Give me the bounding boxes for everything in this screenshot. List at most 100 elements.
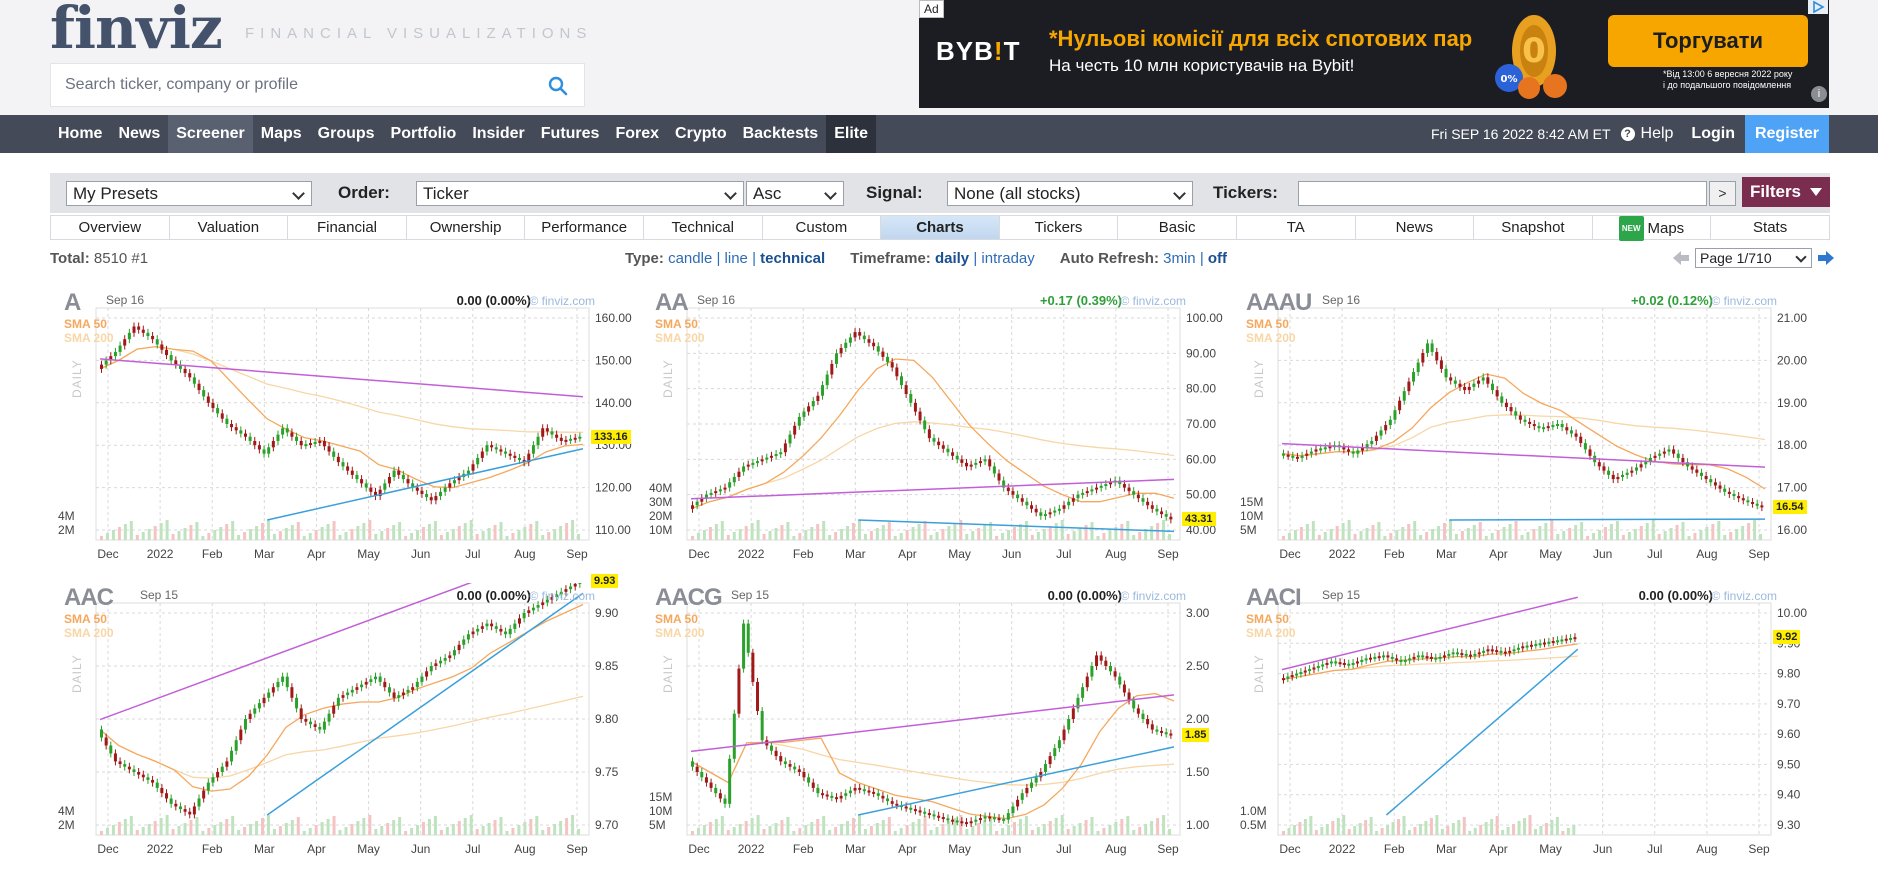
type-line-link[interactable]: line bbox=[725, 250, 748, 267]
volume-bar bbox=[320, 527, 324, 540]
candle-body bbox=[578, 436, 582, 439]
login-link[interactable]: Login bbox=[1691, 125, 1735, 143]
candle-body bbox=[974, 462, 978, 465]
nav-portfolio[interactable]: Portfolio bbox=[383, 115, 465, 153]
order-direction-select[interactable]: Asc bbox=[746, 181, 844, 206]
candle-body bbox=[1338, 662, 1342, 665]
advertisement-banner[interactable]: Ad BYB!T *Нульові комісії для всіх спото… bbox=[919, 0, 1829, 108]
candle-body bbox=[1425, 343, 1429, 353]
volume-bar bbox=[869, 826, 873, 835]
timeframe-daily-link[interactable]: daily bbox=[935, 250, 969, 267]
help-link[interactable]: ? Help bbox=[1620, 125, 1673, 143]
nav-futures[interactable]: Futures bbox=[533, 115, 608, 153]
tab-tickers[interactable]: Tickers bbox=[1000, 216, 1119, 239]
ad-trade-button[interactable]: Торгувати bbox=[1608, 15, 1808, 67]
candle-body bbox=[522, 613, 526, 619]
candle-body bbox=[555, 434, 559, 438]
nav-maps[interactable]: Maps bbox=[253, 115, 310, 153]
candle-body bbox=[1602, 466, 1606, 471]
tab-ta[interactable]: TA bbox=[1237, 216, 1356, 239]
stock-chart-aacg[interactable]: 3.00 2.50 2.00 1.50 1.00 Dec 2022 Feb Mar Apr May J… bbox=[641, 583, 1232, 869]
volume-bar bbox=[284, 823, 288, 835]
tab-performance[interactable]: Performance bbox=[525, 216, 644, 239]
tab-news[interactable]: News bbox=[1356, 216, 1475, 239]
search-icon[interactable] bbox=[548, 76, 568, 96]
stock-chart-aa[interactable]: 100.00 90.00 80.00 70.00 60.00 50.00 40.00 Dec 2… bbox=[641, 288, 1232, 574]
y-tick-label: 90.00 bbox=[1186, 346, 1216, 360]
stock-chart-a[interactable]: 160.00 150.00 140.00 130.00 120.00 110.00 Dec 2… bbox=[50, 288, 641, 574]
nav-insider[interactable]: Insider bbox=[464, 115, 532, 153]
screener-filter-bar: My Presets Order: Ticker Asc Signal: Non… bbox=[50, 173, 1830, 213]
candle-body bbox=[1030, 782, 1034, 788]
volume-bar bbox=[756, 520, 760, 540]
volume-bar bbox=[1490, 819, 1494, 835]
tab-basic[interactable]: Basic bbox=[1118, 216, 1237, 239]
plot-area bbox=[1277, 602, 1772, 836]
volume-bar bbox=[135, 830, 139, 835]
tickers-go-button[interactable]: > bbox=[1709, 181, 1736, 206]
candle-body bbox=[234, 740, 238, 751]
nav-elite[interactable]: Elite bbox=[826, 115, 876, 153]
next-page-arrow-icon[interactable] bbox=[1818, 251, 1834, 265]
tab-snapshot[interactable]: Snapshot bbox=[1474, 216, 1593, 239]
nav-crypto[interactable]: Crypto bbox=[667, 115, 735, 153]
stock-chart-aaau[interactable]: 21.00 20.00 19.00 18.00 17.00 16.00 Dec 2022 Feb… bbox=[1232, 288, 1823, 574]
volume-bar bbox=[100, 536, 103, 540]
type-candle-link[interactable]: candle bbox=[668, 250, 712, 267]
tickers-input[interactable] bbox=[1298, 181, 1707, 206]
nav-home[interactable]: Home bbox=[50, 115, 110, 153]
presets-select[interactable]: My Presets bbox=[66, 181, 312, 206]
nav-groups[interactable]: Groups bbox=[310, 115, 383, 153]
adchoices-icon[interactable] bbox=[1808, 0, 1828, 14]
candle-body bbox=[281, 428, 285, 435]
volume-bar bbox=[1030, 535, 1034, 540]
prev-page-arrow-icon[interactable] bbox=[1673, 251, 1689, 265]
volume-bar bbox=[1440, 829, 1444, 835]
tab-ownership[interactable]: Ownership bbox=[407, 216, 526, 239]
refresh-off-link[interactable]: off bbox=[1208, 250, 1227, 267]
candle-body bbox=[290, 432, 294, 437]
order-select[interactable]: Ticker bbox=[416, 181, 744, 206]
stock-chart-aac[interactable]: 9.90 9.85 9.80 9.75 9.70 Dec 2022 Feb Mar Apr May J… bbox=[50, 574, 641, 869]
volume-bar bbox=[1126, 816, 1130, 835]
tab-maps[interactable]: NEW Maps bbox=[1593, 216, 1712, 241]
tab-charts[interactable]: Charts bbox=[881, 216, 1000, 239]
candle-body bbox=[141, 329, 145, 333]
filters-toggle-button[interactable]: Filters bbox=[1742, 177, 1830, 207]
volume-bar bbox=[1293, 530, 1297, 540]
type-technical-link[interactable]: technical bbox=[760, 250, 825, 267]
candle-body bbox=[1034, 508, 1038, 513]
tab-technical[interactable]: Technical bbox=[644, 216, 763, 239]
candle-body bbox=[1560, 424, 1564, 428]
x-tick-label: Jul bbox=[465, 547, 480, 561]
search-input[interactable] bbox=[65, 64, 535, 106]
tab-overview[interactable]: Overview bbox=[51, 216, 170, 239]
candle-body bbox=[127, 332, 131, 340]
nav-backtests[interactable]: Backtests bbox=[735, 115, 827, 153]
finviz-logo[interactable]: finviz bbox=[50, 0, 223, 62]
volume-bar bbox=[165, 520, 169, 540]
signal-select[interactable]: None (all stocks) bbox=[947, 181, 1193, 206]
candle-body bbox=[1690, 466, 1694, 470]
x-tick-label: Sep bbox=[1157, 842, 1179, 856]
tab-stats[interactable]: Stats bbox=[1711, 216, 1829, 239]
stock-chart-aaci[interactable]: 10.009.909.809.709.609.509.409.30Dec2022… bbox=[1232, 583, 1823, 869]
nav-screener[interactable]: Screener bbox=[168, 115, 253, 153]
nav-news[interactable]: News bbox=[110, 115, 168, 153]
register-button[interactable]: Register bbox=[1744, 115, 1829, 153]
volume-bar bbox=[840, 824, 844, 835]
candle-body bbox=[923, 420, 927, 430]
ad-info-icon[interactable]: i bbox=[1811, 86, 1827, 102]
page-select[interactable]: Page 1/710 bbox=[1695, 248, 1812, 268]
refresh-3min-link[interactable]: 3min bbox=[1163, 250, 1196, 267]
tab-custom[interactable]: Custom bbox=[763, 216, 882, 239]
candle-body bbox=[969, 464, 973, 467]
candle-body bbox=[369, 679, 373, 682]
tab-valuation[interactable]: Valuation bbox=[170, 216, 289, 239]
volume-bar bbox=[117, 527, 121, 540]
nav-forex[interactable]: Forex bbox=[607, 115, 667, 153]
timeframe-intraday-link[interactable]: intraday bbox=[981, 250, 1034, 267]
search-box[interactable] bbox=[50, 63, 585, 107]
candle-body bbox=[802, 772, 806, 778]
tab-financial[interactable]: Financial bbox=[288, 216, 407, 239]
